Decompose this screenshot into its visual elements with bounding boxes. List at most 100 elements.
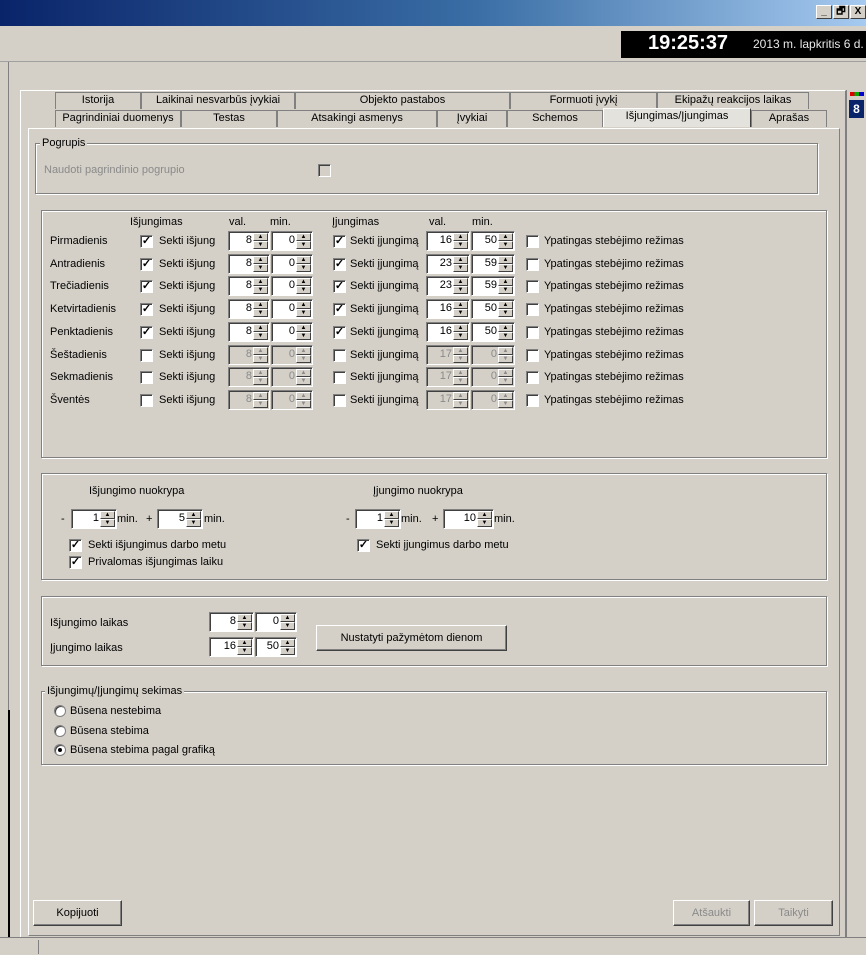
on-hours-spinner[interactable]: 16 ▲ ▼ (426, 321, 470, 342)
spin-up-icon[interactable]: ▲ (453, 391, 468, 400)
on-deviation-plus-spinner[interactable]: 10 ▲ ▼ (443, 509, 494, 529)
spin-down-icon[interactable]: ▼ (253, 331, 268, 340)
track-off-checkbox[interactable]: ✓ (140, 257, 153, 271)
tracking-radio[interactable] (54, 744, 66, 756)
restore-button[interactable]: 🗗 (833, 5, 849, 19)
spin-up-icon[interactable]: ▲ (253, 278, 268, 287)
spin-down-icon[interactable]: ▼ (296, 241, 311, 249)
off-time-hours-spinner[interactable]: 8 ▲ ▼ (209, 612, 254, 632)
on-hours-spinner[interactable]: 17 ▲ ▼ (426, 367, 470, 388)
spin-down-icon[interactable]: ▼ (477, 519, 492, 527)
track-off-checkbox[interactable] (140, 348, 153, 362)
spin-up-icon[interactable]: ▲ (296, 301, 311, 310)
off-minutes-spinner[interactable]: 0 ▲ ▼ (271, 299, 313, 320)
spin-up-icon[interactable]: ▲ (296, 369, 311, 378)
track-on-checkbox[interactable] (333, 371, 346, 385)
special-mode-checkbox[interactable] (526, 325, 539, 339)
apply-button[interactable]: Taikyti (754, 900, 833, 926)
off-deviation-plus-spinner[interactable]: 5 ▲ ▼ (157, 509, 203, 529)
spin-down-icon[interactable]: ▼ (453, 263, 468, 272)
spin-down-icon[interactable]: ▼ (453, 241, 468, 249)
tab-row1-4[interactable]: Ekipažų reakcijos laikas (657, 92, 809, 109)
spin-down-icon[interactable]: ▼ (253, 241, 268, 249)
spin-up-icon[interactable]: ▲ (296, 323, 311, 332)
spin-up-icon[interactable]: ▲ (100, 511, 115, 519)
spin-up-icon[interactable]: ▲ (253, 255, 268, 264)
spin-down-icon[interactable]: ▼ (498, 399, 513, 408)
off-hours-spinner[interactable]: 8 ▲ ▼ (228, 253, 270, 274)
track-off-checkbox[interactable] (140, 393, 153, 407)
spin-up-icon[interactable]: ▲ (498, 278, 513, 287)
spin-down-icon[interactable]: ▼ (253, 377, 268, 386)
on-hours-spinner[interactable]: 17 ▲ ▼ (426, 344, 470, 365)
required-off-on-time-checkbox[interactable]: ✓ (69, 556, 82, 569)
track-on-during-work-checkbox[interactable]: ✓ (357, 539, 370, 552)
track-on-checkbox[interactable]: ✓ (333, 280, 346, 294)
off-hours-spinner[interactable]: 8 ▲ ▼ (228, 299, 270, 320)
special-mode-checkbox[interactable] (526, 348, 539, 362)
minimize-button[interactable]: _ (816, 5, 832, 19)
on-minutes-spinner[interactable]: 0 ▲ ▼ (471, 367, 515, 388)
spin-down-icon[interactable]: ▼ (498, 354, 513, 363)
off-hours-spinner[interactable]: 8 ▲ ▼ (228, 344, 270, 365)
off-hours-spinner[interactable]: 8 ▲ ▼ (228, 321, 270, 342)
spin-down-icon[interactable]: ▼ (453, 286, 468, 295)
spin-down-icon[interactable]: ▼ (498, 377, 513, 386)
spin-up-icon[interactable]: ▲ (453, 278, 468, 287)
close-button[interactable]: X (850, 5, 866, 19)
tab-row2-4[interactable]: Schemos (507, 110, 603, 127)
spin-up-icon[interactable]: ▲ (453, 346, 468, 355)
tab-row1-1[interactable]: Laikinai nesvarbūs įvykiai (141, 92, 295, 109)
spin-up-icon[interactable]: ▲ (296, 233, 311, 241)
track-off-during-work-checkbox[interactable]: ✓ (69, 539, 82, 552)
spin-up-icon[interactable]: ▲ (453, 233, 468, 241)
track-on-checkbox[interactable]: ✓ (333, 235, 346, 248)
track-off-checkbox[interactable]: ✓ (140, 235, 153, 248)
spin-down-icon[interactable]: ▼ (498, 309, 513, 318)
track-off-checkbox[interactable] (140, 371, 153, 385)
spin-up-icon[interactable]: ▲ (384, 511, 399, 519)
tab-row2-3[interactable]: Įvykiai (437, 110, 507, 127)
spin-down-icon[interactable]: ▼ (498, 331, 513, 340)
on-minutes-spinner[interactable]: 0 ▲ ▼ (471, 344, 515, 365)
spin-up-icon[interactable]: ▲ (498, 233, 513, 241)
spin-down-icon[interactable]: ▼ (296, 263, 311, 272)
on-deviation-minus-spinner[interactable]: 1 ▲ ▼ (355, 509, 401, 529)
special-mode-checkbox[interactable] (526, 393, 539, 407)
spin-down-icon[interactable]: ▼ (253, 309, 268, 318)
special-mode-checkbox[interactable] (526, 280, 539, 294)
spin-up-icon[interactable]: ▲ (253, 301, 268, 310)
on-hours-spinner[interactable]: 16 ▲ ▼ (426, 299, 470, 320)
spin-down-icon[interactable]: ▼ (296, 286, 311, 295)
off-hours-spinner[interactable]: 8 ▲ ▼ (228, 276, 270, 297)
spin-down-icon[interactable]: ▼ (453, 309, 468, 318)
off-minutes-spinner[interactable]: 0 ▲ ▼ (271, 276, 313, 297)
spin-up-icon[interactable]: ▲ (498, 346, 513, 355)
spin-down-icon[interactable]: ▼ (384, 519, 399, 527)
track-on-checkbox[interactable]: ✓ (333, 257, 346, 271)
spin-down-icon[interactable]: ▼ (100, 519, 115, 527)
spin-down-icon[interactable]: ▼ (498, 241, 513, 249)
off-hours-spinner[interactable]: 8 ▲ ▼ (228, 367, 270, 388)
off-minutes-spinner[interactable]: 0 ▲ ▼ (271, 367, 313, 388)
off-time-minutes-spinner[interactable]: 0 ▲ ▼ (255, 612, 297, 632)
spin-up-icon[interactable]: ▲ (498, 255, 513, 264)
track-on-checkbox[interactable]: ✓ (333, 303, 346, 317)
spin-down-icon[interactable]: ▼ (280, 647, 295, 655)
tab-row1-2[interactable]: Objekto pastabos (295, 92, 510, 109)
on-hours-spinner[interactable]: 16 ▲ ▼ (426, 231, 470, 251)
on-hours-spinner[interactable]: 23 ▲ ▼ (426, 276, 470, 297)
special-mode-checkbox[interactable] (526, 235, 539, 248)
spin-down-icon[interactable]: ▼ (237, 622, 252, 630)
off-minutes-spinner[interactable]: 0 ▲ ▼ (271, 321, 313, 342)
spin-down-icon[interactable]: ▼ (253, 263, 268, 272)
apply-to-selected-days-button[interactable]: Nustatyti pažymėtom dienom (316, 625, 507, 651)
off-minutes-spinner[interactable]: 0 ▲ ▼ (271, 389, 313, 410)
spin-down-icon[interactable]: ▼ (296, 377, 311, 386)
tab-row2-6[interactable]: Aprašas (751, 110, 827, 127)
spin-up-icon[interactable]: ▲ (280, 639, 295, 647)
cancel-button[interactable]: Atšaukti (673, 900, 750, 926)
spin-up-icon[interactable]: ▲ (498, 323, 513, 332)
spin-down-icon[interactable]: ▼ (296, 309, 311, 318)
spin-down-icon[interactable]: ▼ (498, 263, 513, 272)
